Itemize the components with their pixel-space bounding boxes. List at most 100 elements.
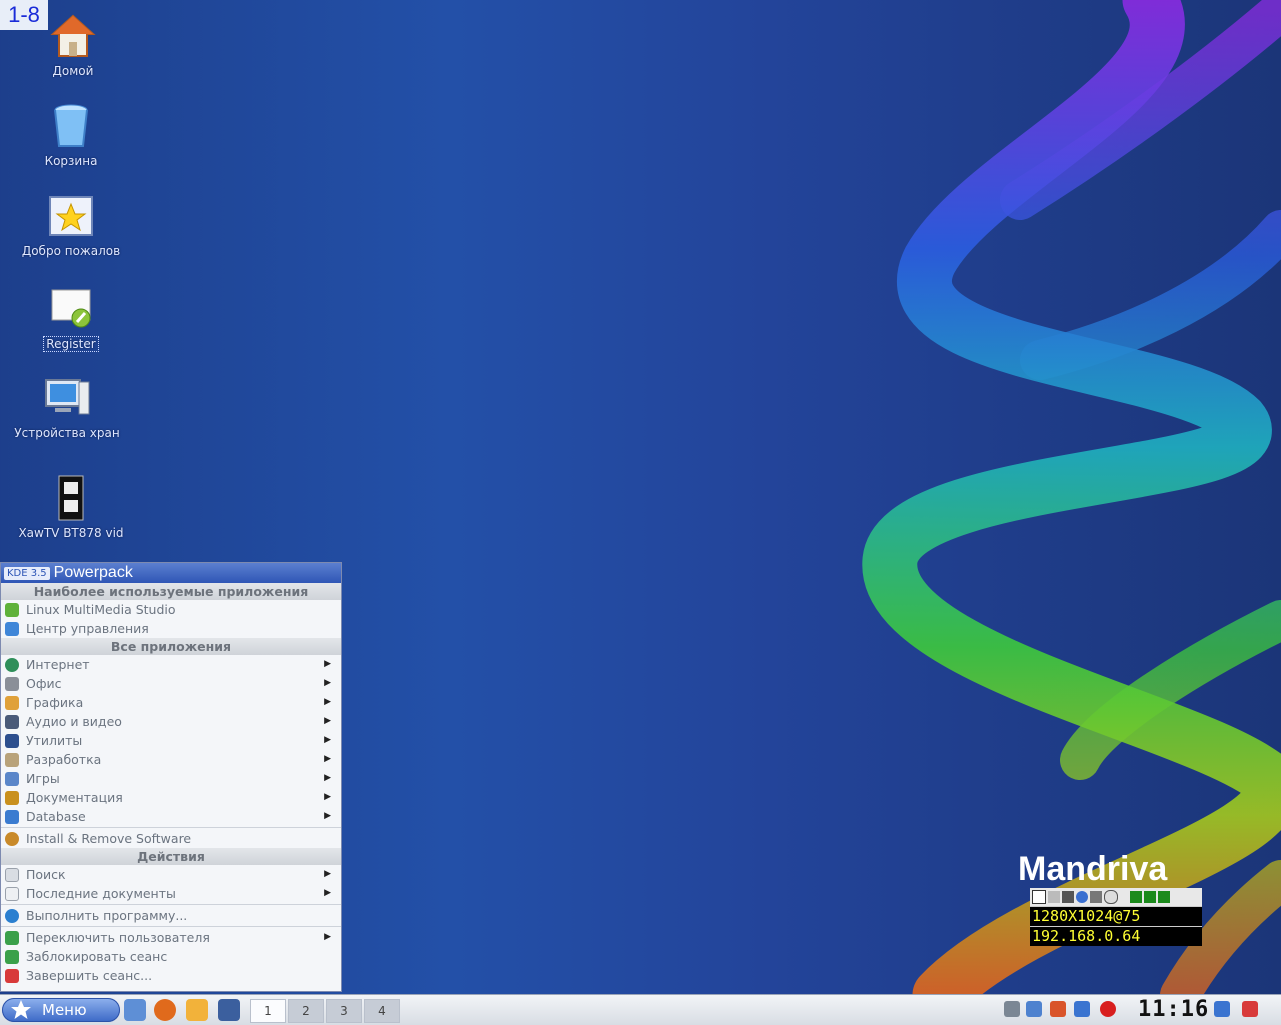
desktop-pager-4[interactable]: 4 [364, 999, 400, 1023]
section-all-apps: Все приложения [1, 638, 341, 655]
menu-item-search[interactable]: Поиск ▶ [1, 865, 341, 884]
updates-tray-icon[interactable] [1050, 1001, 1066, 1017]
mandriva-logo: Mandriva [1018, 850, 1168, 888]
menu-item-label: Центр управления [26, 621, 149, 636]
submenu-arrow-icon: ▶ [324, 869, 331, 879]
development-icon [5, 752, 19, 767]
desktop-icon-label: Добро пожалов [21, 244, 121, 258]
refresh-icon[interactable] [1104, 890, 1118, 904]
menu-item-label: Аудио и видео [26, 714, 122, 729]
search-icon [5, 867, 19, 882]
desktop-icon-label: Устройства хран [14, 426, 120, 440]
menu-item-label: Разработка [26, 752, 102, 767]
desktop-icon-xawtv[interactable]: XawTV BT878 vid [6, 474, 136, 540]
menu-item-recent-documents[interactable]: Последние документы ▶ [1, 884, 341, 903]
logout-icon [5, 968, 19, 983]
display-tray-icon[interactable] [1026, 1001, 1042, 1017]
menu-item-run-program[interactable]: Выполнить программу... [1, 906, 341, 925]
desktop-icon-label: Register [43, 336, 99, 352]
menu-item-label: Поиск [26, 867, 66, 882]
desktop-pager-2[interactable]: 2 [288, 999, 324, 1023]
taskbar: Меню 1 2 3 4 11:16 [0, 994, 1281, 1025]
menu-separator [1, 926, 341, 927]
menu-item-development[interactable]: Разработка ▶ [1, 750, 341, 769]
menu-item-internet[interactable]: Интернет ▶ [1, 655, 341, 674]
lock-icon [5, 949, 19, 964]
desktop-pager-1[interactable]: 1 [250, 999, 286, 1023]
internet-globe-icon [5, 657, 19, 672]
database-icon [5, 809, 19, 824]
menu-item-games[interactable]: Игры ▶ [1, 769, 341, 788]
home-icon [49, 12, 97, 60]
control-center-icon [5, 621, 19, 636]
submenu-arrow-icon: ▶ [324, 932, 331, 942]
graphics-icon [5, 695, 19, 710]
menu-item-utilities[interactable]: Утилиты ▶ [1, 731, 341, 750]
desktop-icon-register[interactable]: Register [6, 284, 136, 355]
menu-separator [1, 904, 341, 905]
submenu-arrow-icon: ▶ [324, 773, 331, 783]
desktop-icon-label: XawTV BT878 vid [18, 526, 124, 540]
bluetooth-tray-icon[interactable] [1074, 1001, 1090, 1017]
games-icon [5, 771, 19, 786]
network-icon[interactable] [1090, 891, 1102, 903]
section-actions: Действия [1, 848, 341, 865]
office-icon [5, 676, 19, 691]
network-tray-icon[interactable] [1004, 1001, 1020, 1017]
desktop-icon-welcome[interactable]: Добро пожалов [6, 192, 136, 258]
menu-item-logout[interactable]: Завершить сеанс... [1, 966, 341, 985]
submenu-arrow-icon: ▶ [324, 716, 331, 726]
overlay-toolbar [1030, 888, 1202, 906]
logout-tray-icon[interactable] [1242, 1001, 1258, 1017]
menu-item-label: Install & Remove Software [26, 831, 192, 846]
menu-item-graphics[interactable]: Графика ▶ [1, 693, 341, 712]
audio-video-icon [5, 714, 19, 729]
menu-item-label: Заблокировать сеанс [26, 949, 168, 964]
file-manager-icon[interactable] [124, 999, 146, 1021]
gear-icon[interactable] [1076, 891, 1088, 903]
office-launcher-icon[interactable] [186, 999, 208, 1021]
menu-item-office[interactable]: Офис ▶ [1, 674, 341, 693]
menu-item-audio-video[interactable]: Аудио и видео ▶ [1, 712, 341, 731]
menu-item-label: Завершить сеанс... [26, 968, 153, 983]
menu-item-install-remove[interactable]: Install & Remove Software [1, 829, 341, 848]
menu-item-label: Linux MultiMedia Studio [26, 602, 176, 617]
desktop-pager-3[interactable]: 3 [326, 999, 362, 1023]
menu-item-label: Переключить пользователя [26, 930, 210, 945]
kde-version-badge: KDE 3.5 [4, 566, 50, 580]
terminal-icon[interactable] [218, 999, 240, 1021]
desktop-icon-storage[interactable]: Устройства хран [2, 374, 132, 440]
recent-documents-icon [5, 886, 19, 901]
menu-header: KDE 3.5 Powerpack [1, 563, 341, 583]
desktop-icon-trash[interactable]: Корзина [6, 102, 136, 168]
desktop-icon-label: Корзина [44, 154, 98, 168]
run-program-icon [5, 908, 19, 923]
calculator-icon[interactable] [1048, 891, 1060, 903]
start-menu-button[interactable]: Меню [2, 998, 120, 1022]
menu-item-label: Интернет [26, 657, 90, 672]
menu-item-lock-session[interactable]: Заблокировать сеанс [1, 947, 341, 966]
menu-item-switch-user[interactable]: Переключить пользователя ▶ [1, 928, 341, 947]
clock[interactable]: 11:16 [1138, 995, 1209, 1025]
firefox-icon[interactable] [154, 999, 176, 1021]
menu-item-lmms[interactable]: Linux MultiMedia Studio [1, 600, 341, 619]
lock-green-icon[interactable] [1130, 891, 1142, 903]
submenu-arrow-icon: ▶ [324, 735, 331, 745]
storage-devices-icon [43, 374, 91, 422]
scroll-green-icon[interactable] [1158, 891, 1170, 903]
menu-item-database[interactable]: Database ▶ [1, 807, 341, 826]
alert-tray-icon[interactable] [1100, 1001, 1116, 1017]
register-icon [47, 284, 95, 332]
hammer-icon[interactable] [1062, 891, 1074, 903]
submenu-arrow-icon: ▶ [324, 697, 331, 707]
menu-item-control-center[interactable]: Центр управления [1, 619, 341, 638]
caps-green-icon[interactable] [1144, 891, 1156, 903]
desktop-icon-home[interactable]: Домой [8, 12, 138, 78]
utilities-icon [5, 733, 19, 748]
switch-user-icon [5, 930, 19, 945]
menu-item-documentation[interactable]: Документация ▶ [1, 788, 341, 807]
show-desktop-icon[interactable] [1214, 1001, 1230, 1017]
hand-icon[interactable] [1032, 890, 1046, 904]
menu-item-label: Последние документы [26, 886, 176, 901]
submenu-arrow-icon: ▶ [324, 888, 331, 898]
